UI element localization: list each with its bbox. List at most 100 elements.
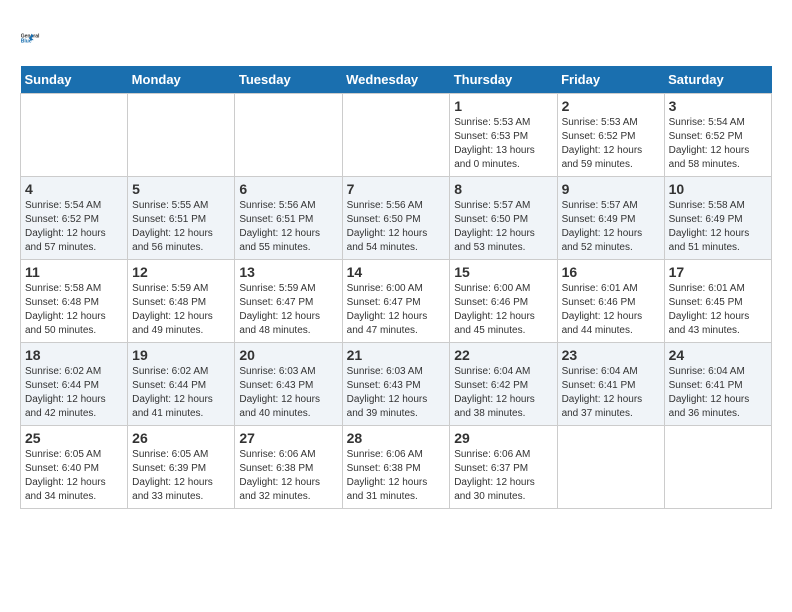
day-number: 6 [239, 181, 337, 197]
day-number: 27 [239, 430, 337, 446]
calendar-cell: 28 Sunrise: 6:06 AM Sunset: 6:38 PM Dayli… [342, 426, 450, 509]
calendar-body: 1 Sunrise: 5:53 AM Sunset: 6:53 PM Daylig… [21, 94, 772, 509]
calendar-cell: 5 Sunrise: 5:55 AM Sunset: 6:51 PM Daylig… [128, 177, 235, 260]
calendar-cell: 15 Sunrise: 6:00 AM Sunset: 6:46 PM Dayli… [450, 260, 557, 343]
day-info: Sunrise: 5:54 AM Sunset: 6:52 PM Dayligh… [669, 116, 767, 172]
day-info: Sunrise: 6:02 AM Sunset: 6:44 PM Dayligh… [25, 365, 123, 421]
calendar-cell: 10 Sunrise: 5:58 AM Sunset: 6:49 PM Dayli… [664, 177, 771, 260]
day-number: 4 [25, 181, 123, 197]
day-info: Sunrise: 5:53 AM Sunset: 6:52 PM Dayligh… [562, 116, 660, 172]
calendar-cell [664, 426, 771, 509]
day-number: 26 [132, 430, 230, 446]
calendar-cell: 13 Sunrise: 5:59 AM Sunset: 6:47 PM Dayli… [235, 260, 342, 343]
day-number: 9 [562, 181, 660, 197]
day-number: 23 [562, 347, 660, 363]
day-info: Sunrise: 5:56 AM Sunset: 6:51 PM Dayligh… [239, 199, 337, 255]
calendar-cell: 18 Sunrise: 6:02 AM Sunset: 6:44 PM Dayli… [21, 343, 128, 426]
day-number: 22 [454, 347, 552, 363]
calendar-week-3: 11 Sunrise: 5:58 AM Sunset: 6:48 PM Dayli… [21, 260, 772, 343]
calendar-cell: 2 Sunrise: 5:53 AM Sunset: 6:52 PM Daylig… [557, 94, 664, 177]
calendar-cell [21, 94, 128, 177]
day-info: Sunrise: 6:06 AM Sunset: 6:38 PM Dayligh… [347, 448, 446, 504]
calendar-week-5: 25 Sunrise: 6:05 AM Sunset: 6:40 PM Dayli… [21, 426, 772, 509]
calendar-week-2: 4 Sunrise: 5:54 AM Sunset: 6:52 PM Daylig… [21, 177, 772, 260]
calendar-cell: 20 Sunrise: 6:03 AM Sunset: 6:43 PM Dayli… [235, 343, 342, 426]
calendar-cell [557, 426, 664, 509]
day-info: Sunrise: 5:59 AM Sunset: 6:47 PM Dayligh… [239, 282, 337, 338]
day-number: 11 [25, 264, 123, 280]
day-number: 3 [669, 98, 767, 114]
col-header-wednesday: Wednesday [342, 66, 450, 94]
day-number: 18 [25, 347, 123, 363]
day-number: 20 [239, 347, 337, 363]
day-number: 1 [454, 98, 552, 114]
logo-icon: General Blue [20, 20, 56, 56]
day-info: Sunrise: 6:00 AM Sunset: 6:46 PM Dayligh… [454, 282, 552, 338]
calendar-week-1: 1 Sunrise: 5:53 AM Sunset: 6:53 PM Daylig… [21, 94, 772, 177]
day-number: 29 [454, 430, 552, 446]
day-info: Sunrise: 6:03 AM Sunset: 6:43 PM Dayligh… [239, 365, 337, 421]
calendar-cell: 23Sunrise: 6:04 AM Sunset: 6:41 PM Dayli… [557, 343, 664, 426]
calendar-cell: 21Sunrise: 6:03 AM Sunset: 6:43 PM Dayli… [342, 343, 450, 426]
day-number: 8 [454, 181, 552, 197]
calendar-cell: 9 Sunrise: 5:57 AM Sunset: 6:49 PM Daylig… [557, 177, 664, 260]
day-info: Sunrise: 5:58 AM Sunset: 6:48 PM Dayligh… [25, 282, 123, 338]
calendar-cell: 24Sunrise: 6:04 AM Sunset: 6:41 PM Dayli… [664, 343, 771, 426]
calendar-cell [235, 94, 342, 177]
day-info: Sunrise: 5:56 AM Sunset: 6:50 PM Dayligh… [347, 199, 446, 255]
calendar-cell: 25 Sunrise: 6:05 AM Sunset: 6:40 PM Dayli… [21, 426, 128, 509]
col-header-monday: Monday [128, 66, 235, 94]
calendar-cell [128, 94, 235, 177]
col-header-friday: Friday [557, 66, 664, 94]
day-number: 14 [347, 264, 446, 280]
day-number: 5 [132, 181, 230, 197]
col-header-tuesday: Tuesday [235, 66, 342, 94]
day-number: 19 [132, 347, 230, 363]
day-info: Sunrise: 6:06 AM Sunset: 6:37 PM Dayligh… [454, 448, 552, 504]
calendar-header-row: SundayMondayTuesdayWednesdayThursdayFrid… [21, 66, 772, 94]
calendar-cell [342, 94, 450, 177]
calendar-cell: 12 Sunrise: 5:59 AM Sunset: 6:48 PM Dayli… [128, 260, 235, 343]
day-number: 10 [669, 181, 767, 197]
day-info: Sunrise: 5:54 AM Sunset: 6:52 PM Dayligh… [25, 199, 123, 255]
day-info: Sunrise: 6:05 AM Sunset: 6:40 PM Dayligh… [25, 448, 123, 504]
day-number: 15 [454, 264, 552, 280]
day-number: 16 [562, 264, 660, 280]
col-header-saturday: Saturday [664, 66, 771, 94]
calendar-table: SundayMondayTuesdayWednesdayThursdayFrid… [20, 66, 772, 509]
day-info: Sunrise: 5:57 AM Sunset: 6:49 PM Dayligh… [562, 199, 660, 255]
day-info: Sunrise: 5:53 AM Sunset: 6:53 PM Dayligh… [454, 116, 552, 172]
calendar-cell: 11 Sunrise: 5:58 AM Sunset: 6:48 PM Dayli… [21, 260, 128, 343]
col-header-thursday: Thursday [450, 66, 557, 94]
day-number: 7 [347, 181, 446, 197]
day-info: Sunrise: 6:04 AM Sunset: 6:41 PM Dayligh… [669, 365, 767, 421]
day-info: Sunrise: 6:04 AM Sunset: 6:42 PM Dayligh… [454, 365, 552, 421]
logo: General Blue [20, 20, 60, 56]
calendar-cell: 17 Sunrise: 6:01 AM Sunset: 6:45 PM Dayli… [664, 260, 771, 343]
day-info: Sunrise: 6:00 AM Sunset: 6:47 PM Dayligh… [347, 282, 446, 338]
day-number: 12 [132, 264, 230, 280]
day-number: 13 [239, 264, 337, 280]
day-info: Sunrise: 6:01 AM Sunset: 6:45 PM Dayligh… [669, 282, 767, 338]
calendar-cell: 3 Sunrise: 5:54 AM Sunset: 6:52 PM Daylig… [664, 94, 771, 177]
calendar-cell: 16Sunrise: 6:01 AM Sunset: 6:46 PM Dayli… [557, 260, 664, 343]
calendar-cell: 8 Sunrise: 5:57 AM Sunset: 6:50 PM Daylig… [450, 177, 557, 260]
calendar-cell: 7 Sunrise: 5:56 AM Sunset: 6:50 PM Daylig… [342, 177, 450, 260]
day-info: Sunrise: 6:02 AM Sunset: 6:44 PM Dayligh… [132, 365, 230, 421]
calendar-cell: 14 Sunrise: 6:00 AM Sunset: 6:47 PM Dayli… [342, 260, 450, 343]
day-info: Sunrise: 5:57 AM Sunset: 6:50 PM Dayligh… [454, 199, 552, 255]
day-number: 2 [562, 98, 660, 114]
day-info: Sunrise: 5:55 AM Sunset: 6:51 PM Dayligh… [132, 199, 230, 255]
day-info: Sunrise: 6:05 AM Sunset: 6:39 PM Dayligh… [132, 448, 230, 504]
calendar-cell: 6 Sunrise: 5:56 AM Sunset: 6:51 PM Daylig… [235, 177, 342, 260]
calendar-week-4: 18 Sunrise: 6:02 AM Sunset: 6:44 PM Dayli… [21, 343, 772, 426]
calendar-cell: 4 Sunrise: 5:54 AM Sunset: 6:52 PM Daylig… [21, 177, 128, 260]
day-info: Sunrise: 5:59 AM Sunset: 6:48 PM Dayligh… [132, 282, 230, 338]
calendar-cell: 19 Sunrise: 6:02 AM Sunset: 6:44 PM Dayli… [128, 343, 235, 426]
day-number: 28 [347, 430, 446, 446]
day-info: Sunrise: 5:58 AM Sunset: 6:49 PM Dayligh… [669, 199, 767, 255]
day-number: 17 [669, 264, 767, 280]
day-number: 25 [25, 430, 123, 446]
day-info: Sunrise: 6:06 AM Sunset: 6:38 PM Dayligh… [239, 448, 337, 504]
page-header: General Blue [20, 20, 772, 56]
